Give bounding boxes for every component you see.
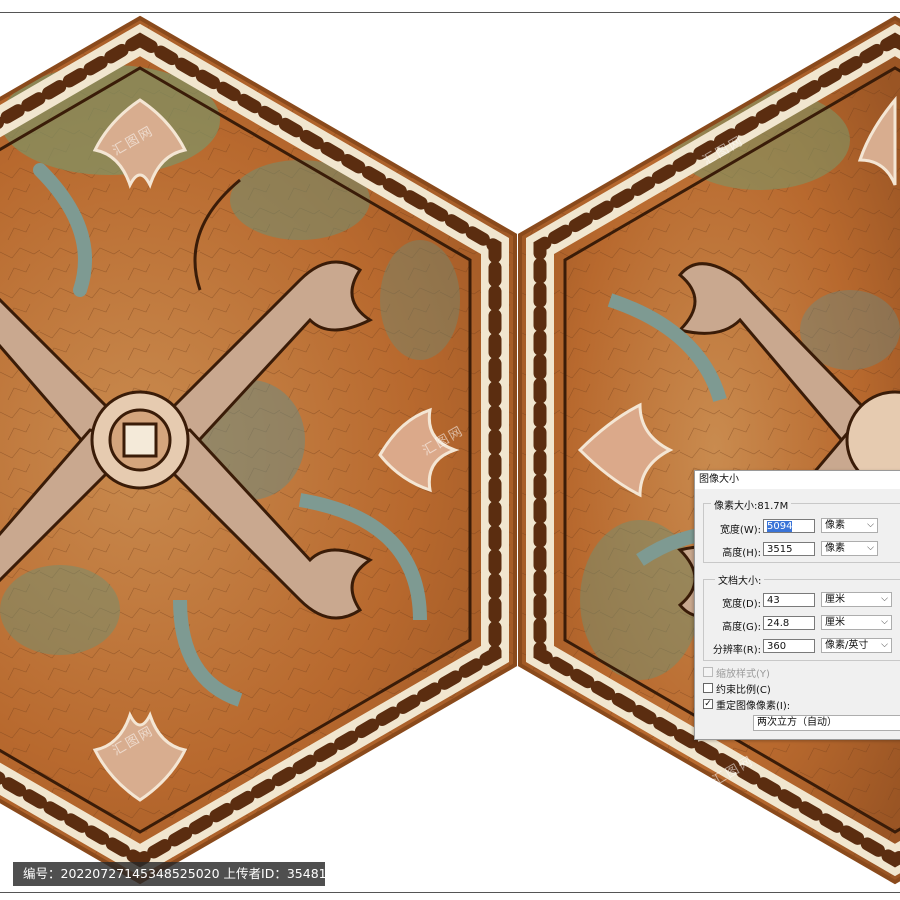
resample-method-select[interactable]: 两次立方（自动） [753,715,900,731]
doc-height-unit-select[interactable]: 厘米 ⌵ [821,615,892,630]
pixel-width-unit-select[interactable]: 像素 ⌵ [821,518,878,533]
dialog-title[interactable]: 图像大小 [695,471,900,489]
doc-width-input[interactable]: 43 [763,593,815,607]
pixel-height-label: 高度(H): [722,548,761,559]
chevron-down-icon: ⌵ [867,543,874,553]
constrain-proportions-label: 约束比例(C) [716,685,771,696]
doc-width-unit-select[interactable]: 厘米 ⌵ [821,592,892,607]
image-size-dialog: 图像大小 像素大小:81.7M 宽度(W): 5094 像素 ⌵ 高度(H): 3… [694,470,900,740]
footer-id-bar: 编号：20220727145348525020 上传者ID：354810 [13,862,335,886]
document-size-label: 文档大小: [715,572,765,587]
chevron-down-icon: ⌵ [867,520,874,530]
resolution-input[interactable]: 360 [763,639,815,653]
doc-height-label: 高度(G): [722,622,761,633]
hexagon-tile-artwork [0,15,900,885]
pixel-dimensions-label: 像素大小:81.7M [711,497,792,512]
pixel-width-label: 宽度(W): [719,525,761,536]
top-border-line [0,12,900,13]
scale-styles-checkbox[interactable] [703,667,713,677]
scale-styles-label: 缩放样式(Y) [716,669,770,680]
resample-image-checkbox[interactable]: ✓ [703,699,713,709]
resolution-label: 分辨率(R): [712,645,761,656]
chevron-down-icon: ⌵ [881,617,888,627]
resample-image-label: 重定图像像素(I): [716,701,791,712]
doc-width-label: 宽度(D): [722,599,761,610]
pixel-height-input[interactable]: 3515 [763,542,815,556]
bottom-border-line [0,892,900,893]
constrain-proportions-checkbox[interactable] [703,683,713,693]
right-hexagon-tile [520,18,900,882]
check-icon: ✓ [704,699,712,709]
doc-height-input[interactable]: 24.8 [763,616,815,630]
pixel-width-input[interactable]: 5094 [763,519,815,533]
chevron-down-icon: ⌵ [881,594,888,604]
resolution-unit-select[interactable]: 像素/英寸 ⌵ [821,638,892,653]
chevron-down-icon: ⌵ [881,640,888,650]
pixel-height-unit-select[interactable]: 像素 ⌵ [821,541,878,556]
left-hexagon-tile [0,18,515,882]
